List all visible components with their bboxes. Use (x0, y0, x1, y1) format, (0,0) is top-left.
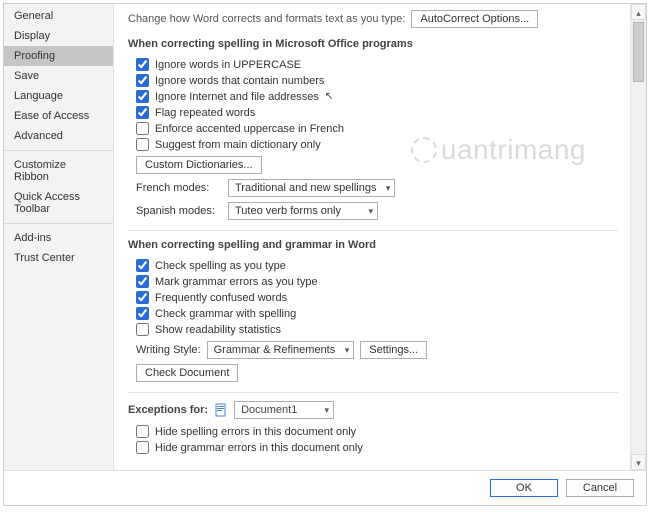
vertical-scrollbar[interactable]: ▴ ▾ (630, 4, 646, 470)
spanish-modes-select[interactable]: Tuteo verb forms only (228, 202, 378, 220)
option-grammar-with-spelling[interactable]: Check grammar with spelling (136, 307, 618, 320)
checkbox-main-dictionary[interactable] (136, 138, 149, 151)
french-modes-label: French modes: (136, 182, 222, 194)
checkbox-ignore-numbers[interactable] (136, 74, 149, 87)
sidebar-item-language[interactable]: Language (4, 86, 113, 106)
exceptions-row: Exceptions for: Document1 (128, 401, 618, 419)
spanish-modes-row: Spanish modes: Tuteo verb forms only (136, 202, 618, 220)
option-label: Ignore words in UPPERCASE (155, 59, 301, 71)
settings-button[interactable]: Settings... (360, 341, 427, 359)
sidebar-item-advanced[interactable]: Advanced (4, 126, 113, 146)
exceptions-document-select[interactable]: Document1 (234, 401, 334, 419)
sidebar-item-add-ins[interactable]: Add-ins (4, 228, 113, 248)
option-label: Suggest from main dictionary only (155, 139, 321, 151)
writing-style-select[interactable]: Grammar & Refinements (207, 341, 355, 359)
sidebar-item-customize-ribbon[interactable]: Customize Ribbon (4, 155, 113, 187)
cursor-icon: ↖ (325, 91, 333, 102)
section-title-word-spelling: When correcting spelling and grammar in … (128, 239, 618, 251)
checkbox-confused-words[interactable] (136, 291, 149, 304)
sidebar-item-trust-center[interactable]: Trust Center (4, 248, 113, 268)
checkbox-french-accent[interactable] (136, 122, 149, 135)
option-label: Ignore Internet and file addresses (155, 91, 319, 103)
option-check-spelling-type[interactable]: Check spelling as you type (136, 259, 618, 272)
ok-button[interactable]: OK (490, 479, 558, 497)
french-modes-row: French modes: Traditional and new spelli… (136, 179, 618, 197)
sidebar: General Display Proofing Save Language E… (4, 4, 114, 470)
checkbox-hide-spelling-errors[interactable] (136, 425, 149, 438)
option-flag-repeated[interactable]: Flag repeated words (136, 106, 618, 119)
sidebar-item-display[interactable]: Display (4, 26, 113, 46)
checkbox-flag-repeated[interactable] (136, 106, 149, 119)
french-modes-select[interactable]: Traditional and new spellings (228, 179, 395, 197)
option-label: Mark grammar errors as you type (155, 276, 318, 288)
checkbox-ignore-internet[interactable] (136, 90, 149, 103)
checkbox-check-spelling-type[interactable] (136, 259, 149, 272)
section-divider (128, 230, 618, 231)
checkbox-readability-stats[interactable] (136, 323, 149, 336)
custom-dictionaries-button[interactable]: Custom Dictionaries... (136, 156, 262, 174)
scroll-thumb[interactable] (633, 22, 644, 82)
sidebar-divider (4, 223, 113, 224)
option-readability-stats[interactable]: Show readability statistics (136, 323, 618, 336)
cancel-button[interactable]: Cancel (566, 479, 634, 497)
option-label: Hide spelling errors in this document on… (155, 426, 356, 438)
checkbox-grammar-with-spelling[interactable] (136, 307, 149, 320)
option-ignore-uppercase[interactable]: Ignore words in UPPERCASE (136, 58, 618, 71)
option-main-dictionary[interactable]: Suggest from main dictionary only (136, 138, 618, 151)
option-label: Frequently confused words (155, 292, 287, 304)
option-french-accent[interactable]: Enforce accented uppercase in French (136, 122, 618, 135)
checkbox-ignore-uppercase[interactable] (136, 58, 149, 71)
option-hide-spelling-errors[interactable]: Hide spelling errors in this document on… (136, 425, 618, 438)
option-ignore-numbers[interactable]: Ignore words that contain numbers (136, 74, 618, 87)
option-label: Show readability statistics (155, 324, 281, 336)
writing-style-row: Writing Style: Grammar & Refinements Set… (136, 341, 618, 359)
sidebar-item-quick-access-toolbar[interactable]: Quick Access Toolbar (4, 187, 113, 219)
section-divider (128, 392, 618, 393)
writing-style-label: Writing Style: (136, 344, 201, 356)
document-icon (214, 403, 228, 417)
scroll-down-button[interactable]: ▾ (631, 454, 646, 470)
sidebar-item-save[interactable]: Save (4, 66, 113, 86)
option-ignore-internet[interactable]: Ignore Internet and file addresses ↖ (136, 90, 618, 103)
autocorrect-options-button[interactable]: AutoCorrect Options... (411, 10, 538, 28)
option-mark-grammar-type[interactable]: Mark grammar errors as you type (136, 275, 618, 288)
exceptions-label: Exceptions for: (128, 404, 208, 416)
checkbox-mark-grammar-type[interactable] (136, 275, 149, 288)
content-panel: Change how Word corrects and formats tex… (114, 4, 646, 470)
option-confused-words[interactable]: Frequently confused words (136, 291, 618, 304)
sidebar-item-proofing[interactable]: Proofing (4, 46, 113, 66)
intro-text: Change how Word corrects and formats tex… (128, 13, 405, 25)
checkbox-hide-grammar-errors[interactable] (136, 441, 149, 454)
option-hide-grammar-errors[interactable]: Hide grammar errors in this document onl… (136, 441, 618, 454)
option-label: Ignore words that contain numbers (155, 75, 324, 87)
option-label: Enforce accented uppercase in French (155, 123, 344, 135)
option-label: Flag repeated words (155, 107, 255, 119)
section-title-office-spelling: When correcting spelling in Microsoft Of… (128, 38, 618, 50)
intro-row: Change how Word corrects and formats tex… (128, 10, 618, 28)
sidebar-item-general[interactable]: General (4, 6, 113, 26)
main-area: General Display Proofing Save Language E… (4, 4, 646, 470)
option-label: Check grammar with spelling (155, 308, 296, 320)
option-label: Check spelling as you type (155, 260, 286, 272)
options-dialog: General Display Proofing Save Language E… (3, 3, 647, 506)
sidebar-item-ease-of-access[interactable]: Ease of Access (4, 106, 113, 126)
spanish-modes-label: Spanish modes: (136, 205, 222, 217)
dialog-footer: OK Cancel (4, 470, 646, 505)
sidebar-divider (4, 150, 113, 151)
option-label: Hide grammar errors in this document onl… (155, 442, 363, 454)
check-document-button[interactable]: Check Document (136, 364, 238, 382)
scroll-up-button[interactable]: ▴ (631, 4, 646, 20)
